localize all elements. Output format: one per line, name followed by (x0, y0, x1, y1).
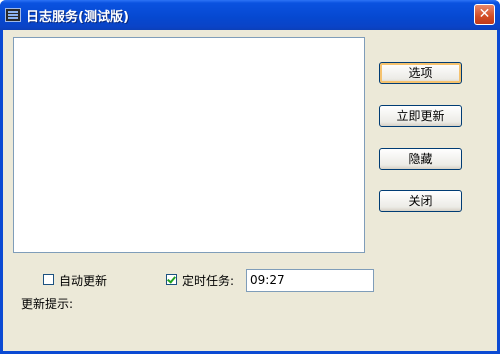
title-bar[interactable]: 日志服务(测试版) ✕ (0, 0, 500, 30)
scheduled-task-checkbox[interactable] (166, 274, 177, 285)
window-title: 日志服务(测试版) (26, 10, 129, 25)
update-hint-label: 更新提示: (21, 297, 74, 311)
app-window-icon (5, 8, 21, 22)
close-icon: ✕ (478, 6, 491, 22)
hide-button[interactable]: 隐藏 (379, 148, 462, 170)
update-now-button[interactable]: 立即更新 (379, 105, 462, 127)
auto-update-label: 自动更新 (59, 274, 108, 288)
close-button[interactable]: 关闭 (379, 190, 462, 212)
auto-update-checkbox[interactable] (43, 274, 54, 285)
options-button[interactable]: 选项 (379, 62, 462, 84)
main-window: 日志服务(测试版) ✕ 选项 立即更新 隐藏 关闭 自动更新 定时任务: 09:… (0, 0, 500, 354)
scheduled-time-field[interactable]: 09:27 (246, 269, 374, 292)
log-output-area[interactable] (13, 37, 365, 253)
close-window-button[interactable]: ✕ (474, 4, 495, 25)
scheduled-task-label: 定时任务: (182, 274, 235, 288)
